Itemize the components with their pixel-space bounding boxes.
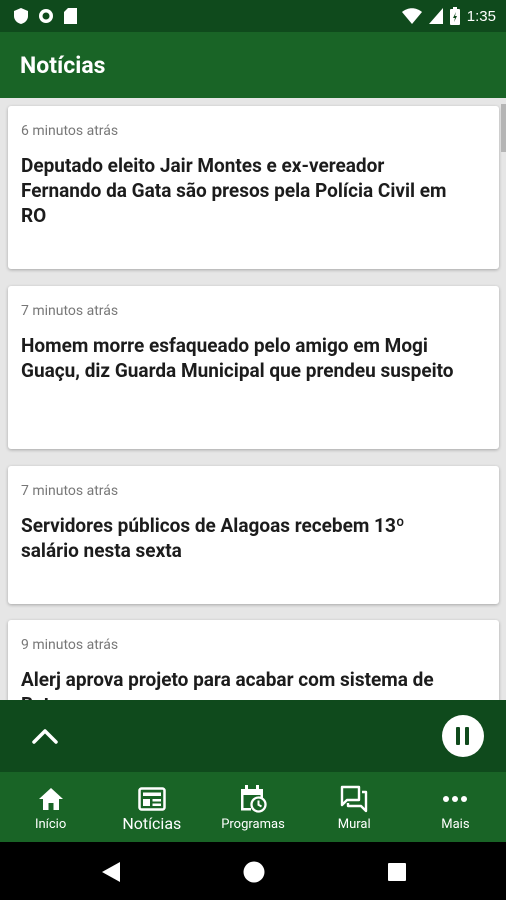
- home-icon: [38, 788, 63, 810]
- news-time: 7 minutos atrás: [21, 483, 119, 499]
- nav-label: Mural: [337, 817, 371, 832]
- signal-icon: [428, 8, 443, 24]
- nav-label: Início: [34, 817, 67, 832]
- nav-item-programas[interactable]: Programas: [202, 772, 303, 842]
- nav-label: Mais: [441, 817, 470, 832]
- home-button-icon[interactable]: [243, 861, 265, 883]
- more-icon: [443, 796, 468, 802]
- nav-item-mural[interactable]: Mural: [304, 772, 405, 842]
- battery-icon: [449, 7, 460, 25]
- scrollbar[interactable]: [501, 104, 506, 152]
- circle-icon: [39, 9, 53, 23]
- chevron-up-icon[interactable]: [30, 722, 60, 750]
- news-title: Alerj aprova projeto para acabar com sis…: [21, 668, 434, 700]
- status-bar: 1:35: [0, 0, 506, 32]
- news-card[interactable]: 7 minutos atrás Homem morre esfaqueado p…: [8, 286, 499, 449]
- shield-icon: [14, 8, 28, 24]
- nav-item-mais[interactable]: Mais: [405, 772, 506, 842]
- news-time: 7 minutos atrás: [21, 303, 119, 319]
- pause-icon: [456, 727, 460, 745]
- bottom-navigation: Início Notícias Programas Mural Mais: [0, 772, 506, 842]
- system-nav-bar: [0, 842, 506, 900]
- news-list[interactable]: 6 minutos atrás Deputado eleito Jair Mon…: [0, 98, 506, 700]
- news-card[interactable]: 6 minutos atrás Deputado eleito Jair Mon…: [8, 106, 499, 269]
- pause-button[interactable]: [442, 715, 484, 757]
- news-time: 6 minutos atrás: [21, 123, 119, 139]
- news-title: Deputado eleito Jair Montes e ex-vereado…: [21, 154, 447, 227]
- page-title: Notícias: [20, 51, 106, 79]
- news-card[interactable]: 7 minutos atrás Servidores públicos de A…: [8, 466, 499, 604]
- status-time: 1:35: [466, 7, 496, 25]
- news-card[interactable]: 9 minutos atrás Alerj aprova projeto par…: [8, 620, 499, 700]
- sd-card-icon: [64, 8, 77, 24]
- chat-icon: [341, 785, 368, 813]
- nav-item-inicio[interactable]: Início: [0, 772, 101, 842]
- news-icon: [138, 787, 166, 811]
- audio-player-bar: [0, 700, 506, 772]
- nav-label: Programas: [221, 817, 285, 832]
- news-title: Servidores públicos de Alagoas recebem 1…: [21, 514, 405, 562]
- back-icon[interactable]: [101, 861, 121, 883]
- news-time: 9 minutos atrás: [21, 637, 119, 653]
- recents-icon[interactable]: [388, 863, 406, 881]
- wifi-icon: [401, 8, 422, 24]
- calendar-clock-icon: [241, 785, 267, 813]
- news-title: Homem morre esfaqueado pelo amigo em Mog…: [21, 334, 454, 382]
- nav-item-noticias[interactable]: Notícias: [101, 772, 202, 842]
- app-bar: Notícias: [0, 32, 506, 98]
- nav-label: Notícias: [122, 814, 182, 833]
